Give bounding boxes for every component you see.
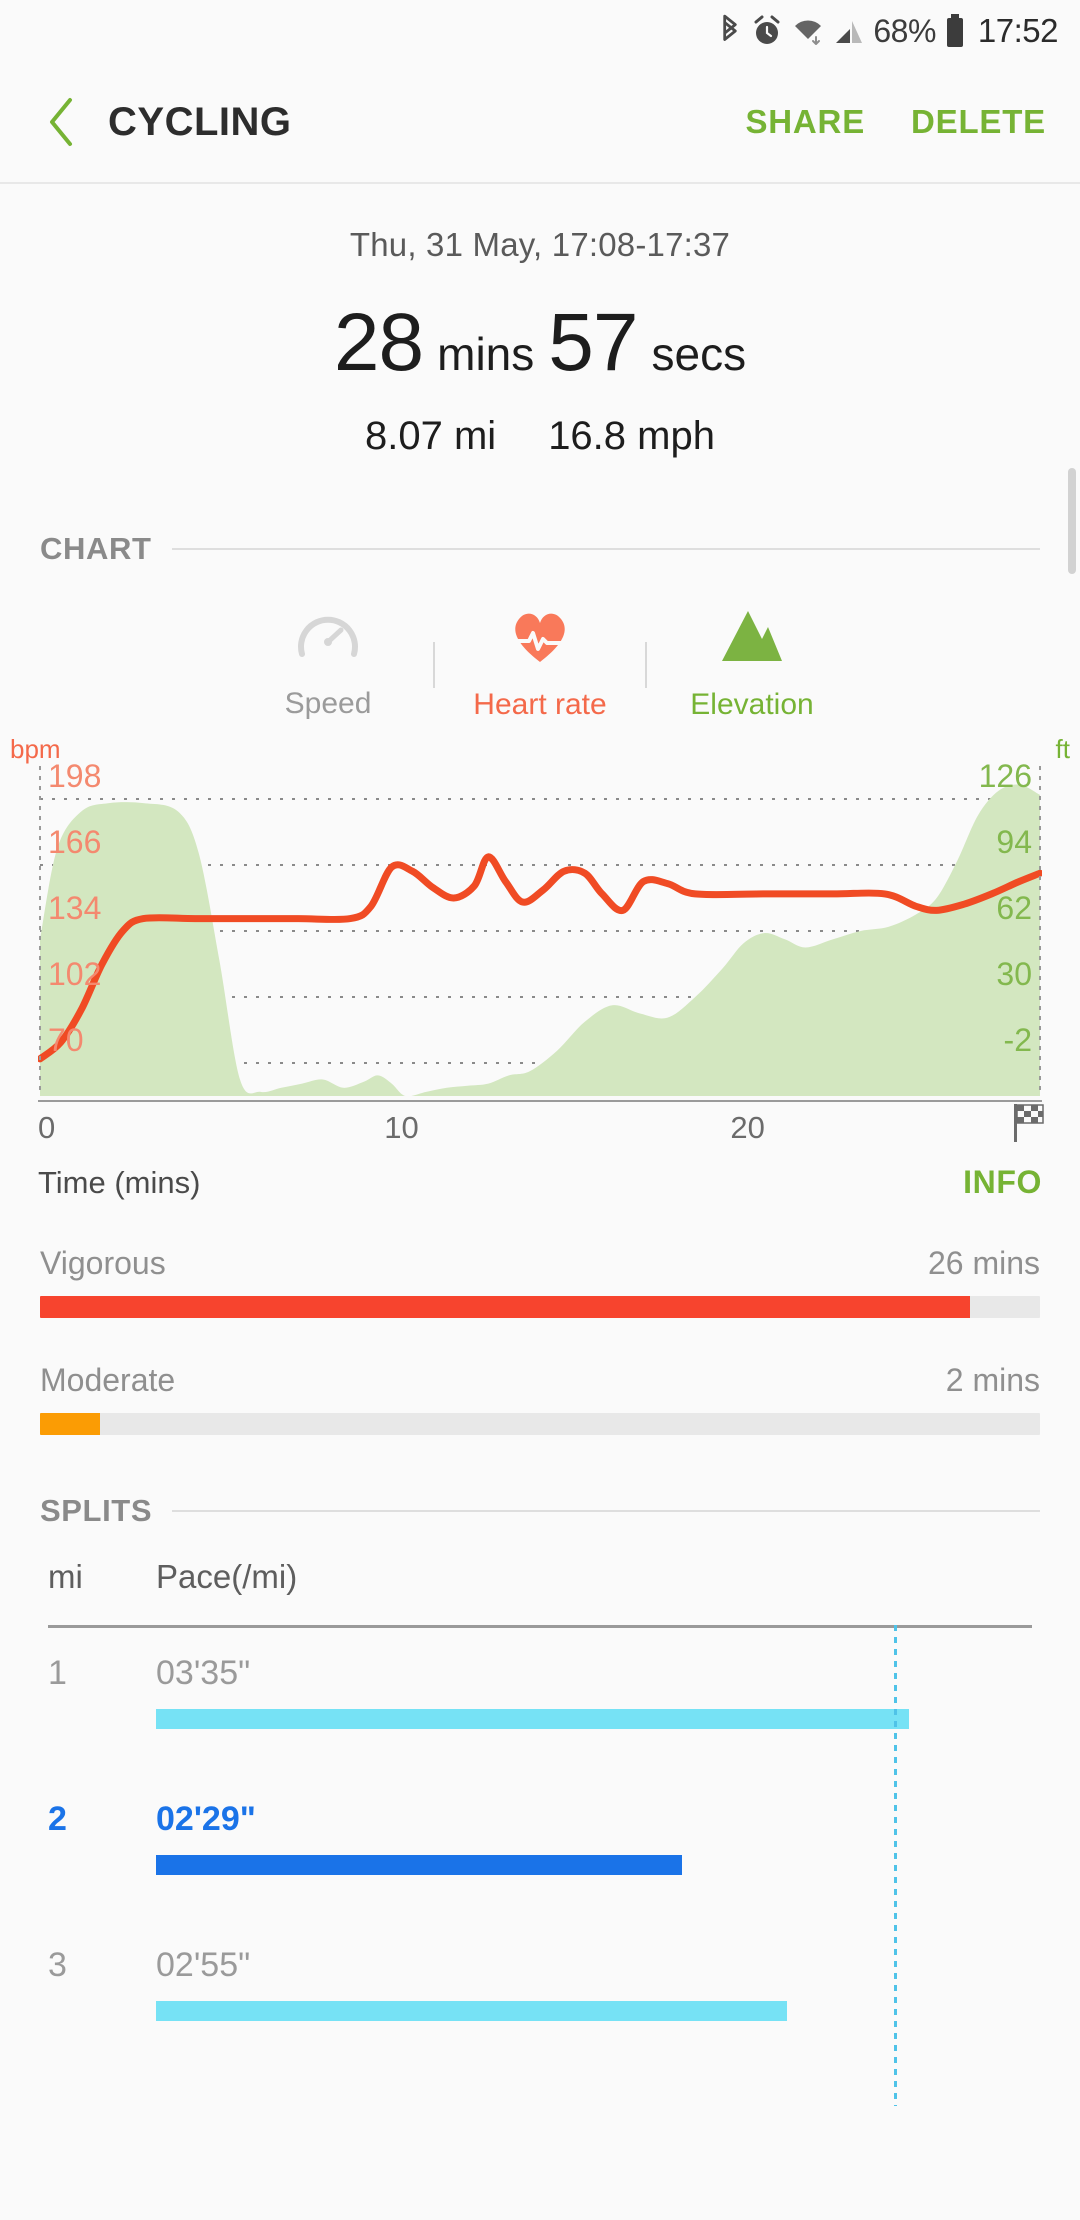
intensity-name: Vigorous xyxy=(40,1245,166,1281)
split-row[interactable]: 3 02'55" xyxy=(48,1920,1032,2066)
workout-summary: Thu, 31 May, 17:08-17:37 28 mins 57 secs… xyxy=(0,184,1080,459)
battery-icon xyxy=(945,14,965,48)
split-body: 03'35" xyxy=(156,1654,1032,1729)
intensity-bar-track xyxy=(40,1413,1040,1435)
split-row[interactable]: 1 03'35" xyxy=(48,1628,1032,1774)
tab-elevation[interactable]: Elevation xyxy=(647,607,857,722)
split-pace: 02'55" xyxy=(156,1946,251,1984)
workout-datetime: Thu, 31 May, 17:08-17:37 xyxy=(349,226,731,263)
splits-section-header: SPLITS xyxy=(0,1493,1080,1529)
duration-seconds: 57 xyxy=(548,297,638,388)
back-button[interactable] xyxy=(34,94,90,150)
duration-minutes-unit: mins xyxy=(437,328,535,380)
status-bar: 68% 17:52 xyxy=(0,0,1080,62)
left-axis-tick: 166 xyxy=(48,824,102,860)
split-bar xyxy=(156,1709,910,1729)
intensity-bars: Vigorous 26 mins Moderate 2 mins xyxy=(0,1245,1080,1435)
split-pace: 03'35" xyxy=(156,1654,251,1692)
split-body: 02'29" xyxy=(156,1800,1032,1875)
workout-duration: 28 mins 57 secs xyxy=(0,302,1080,384)
split-body: 02'55" xyxy=(156,1946,1032,2021)
chart-graph-area: bpm ft 198 166 134 102 70 126 94 62 30 -2 0 10 20 xyxy=(0,734,1080,1201)
left-axis-tick: 70 xyxy=(48,1022,84,1058)
split-row[interactable]: 2 02'29" xyxy=(48,1774,1032,1920)
left-axis-tick: 134 xyxy=(48,890,102,926)
right-axis-tick: 126 xyxy=(978,758,1032,794)
right-axis-tick: 94 xyxy=(996,824,1032,860)
distance-value: 8.07 mi xyxy=(365,414,497,458)
intensity-row: Vigorous 26 mins xyxy=(40,1245,1040,1318)
split-bar xyxy=(156,1855,682,1875)
intensity-value: 26 mins xyxy=(927,1245,1040,1281)
app-bar-actions: SHARE DELETE xyxy=(745,103,1046,141)
split-pace: 02'29" xyxy=(156,1800,256,1838)
wifi-icon xyxy=(791,15,825,47)
intensity-bar-fill xyxy=(40,1296,970,1318)
intensity-row: Moderate 2 mins xyxy=(40,1362,1040,1435)
mountain-icon xyxy=(718,607,786,670)
intensity-bar-track xyxy=(40,1296,1040,1318)
tab-elevation-label: Elevation xyxy=(690,688,814,721)
duration-seconds-unit: secs xyxy=(651,328,747,380)
split-index: 2 xyxy=(48,1800,67,1838)
splits-column-pace: Pace(/mi) xyxy=(156,1558,298,1595)
tab-heart-rate-label: Heart rate xyxy=(473,688,607,721)
chart-metric-tabs: Speed Heart rate Elevation xyxy=(0,607,1080,722)
splits-column-index: mi xyxy=(48,1558,83,1595)
section-divider xyxy=(171,548,1040,550)
split-index: 3 xyxy=(48,1946,67,1984)
splits-target-marker xyxy=(894,1625,898,2106)
chart-plot[interactable]: 198 166 134 102 70 126 94 62 30 -2 xyxy=(38,758,1042,1096)
signal-icon xyxy=(834,15,864,47)
right-axis-unit: ft xyxy=(1055,734,1070,764)
x-axis-label-row: Time (mins) INFO xyxy=(38,1164,1042,1201)
heart-pulse-icon xyxy=(509,607,571,670)
elevation-area-path xyxy=(40,784,1040,1096)
alarm-icon xyxy=(752,15,782,47)
tab-heart-rate[interactable]: Heart rate xyxy=(435,607,645,722)
chart-section-header: CHART xyxy=(0,531,1080,567)
bluetooth-icon xyxy=(717,14,743,48)
checkered-flag-icon xyxy=(1012,1104,1046,1149)
page-scrollbar[interactable] xyxy=(1068,468,1076,574)
x-axis-tick: 10 xyxy=(384,1110,419,1145)
right-axis-tick: 30 xyxy=(996,956,1032,992)
x-axis-tick: 20 xyxy=(730,1110,765,1145)
share-button[interactable]: SHARE xyxy=(745,103,865,141)
left-axis-tick: 102 xyxy=(48,956,102,992)
left-axis-tick: 198 xyxy=(48,758,102,794)
right-axis-tick: 62 xyxy=(996,890,1032,926)
x-axis-label: Time (mins) xyxy=(38,1164,201,1200)
split-index: 1 xyxy=(48,1654,67,1692)
splits-rows: 1 03'35" 2 02'29" 3 02'55" xyxy=(48,1628,1032,2066)
splits-section-label: SPLITS xyxy=(40,1493,153,1528)
page-title: CYCLING xyxy=(108,99,292,144)
section-divider xyxy=(172,1510,1040,1512)
status-clock: 17:52 xyxy=(977,12,1059,49)
splits-section: SPLITS mi Pace(/mi) 1 03'35" 2 02'29" 3 02'55… xyxy=(0,1493,1080,2106)
intensity-bar-fill xyxy=(40,1413,100,1435)
speedometer-icon xyxy=(297,608,359,669)
chart-svg xyxy=(38,766,1042,1096)
duration-minutes: 28 xyxy=(333,297,424,388)
chart-section-label: CHART xyxy=(40,531,152,566)
delete-button[interactable]: DELETE xyxy=(911,103,1046,141)
battery-percent-label: 68% xyxy=(873,12,936,49)
split-bar xyxy=(156,2001,787,2021)
intensity-name: Moderate xyxy=(40,1362,176,1398)
speed-value: 16.8 mph xyxy=(548,414,715,458)
workout-metrics: 8.07 mi 16.8 mph xyxy=(0,414,1080,459)
info-link[interactable]: INFO xyxy=(963,1164,1042,1201)
splits-table: mi Pace(/mi) 1 03'35" 2 02'29" 3 02'55" xyxy=(0,1529,1080,2106)
app-bar: CYCLING SHARE DELETE xyxy=(0,62,1080,184)
x-axis-tick: 0 xyxy=(38,1110,56,1145)
tab-speed-label: Speed xyxy=(284,687,372,720)
x-axis: 0 10 20 xyxy=(38,1100,1044,1152)
tab-speed[interactable]: Speed xyxy=(223,608,433,721)
intensity-value: 2 mins xyxy=(945,1362,1040,1398)
right-axis-tick: -2 xyxy=(1003,1022,1032,1058)
splits-table-header: mi Pace(/mi) xyxy=(48,1529,1032,1625)
